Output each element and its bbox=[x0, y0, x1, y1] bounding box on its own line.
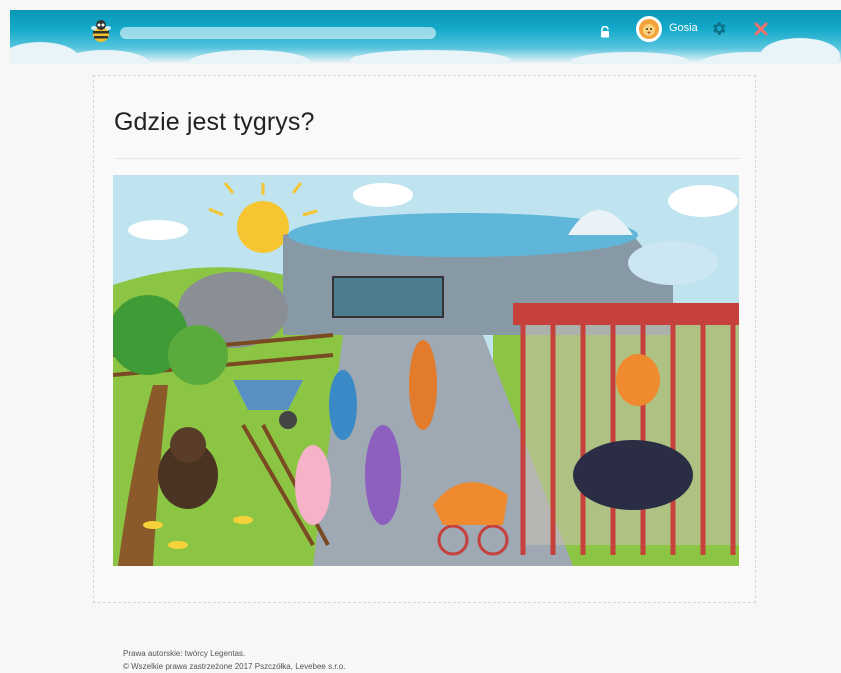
question-title: Gdzie jest tygrys? bbox=[114, 108, 315, 136]
user-name[interactable]: Gosia bbox=[669, 22, 698, 34]
bee-icon[interactable] bbox=[90, 19, 112, 43]
close-icon[interactable] bbox=[753, 21, 769, 37]
footer-copyright-authors: Prawa autorskie: twórcy Legentas. bbox=[123, 649, 246, 658]
footer-copyright: © Wszelkie prawa zastrzeżone 2017 Pszczó… bbox=[123, 662, 346, 671]
lock-icon[interactable] bbox=[600, 26, 610, 38]
question-card: Gdzie jest tygrys? bbox=[93, 75, 756, 603]
zoo-scene-image[interactable] bbox=[113, 175, 739, 566]
avatar[interactable] bbox=[636, 16, 662, 42]
gear-icon[interactable] bbox=[710, 20, 727, 37]
divider bbox=[114, 158, 740, 159]
zoo-illustration bbox=[113, 175, 739, 566]
progress-bar bbox=[120, 27, 436, 39]
top-bar: Gosia bbox=[10, 10, 841, 64]
footer: Prawa autorskie: twórcy Legentas. © Wsze… bbox=[123, 647, 345, 673]
lion-avatar-icon bbox=[639, 19, 659, 39]
